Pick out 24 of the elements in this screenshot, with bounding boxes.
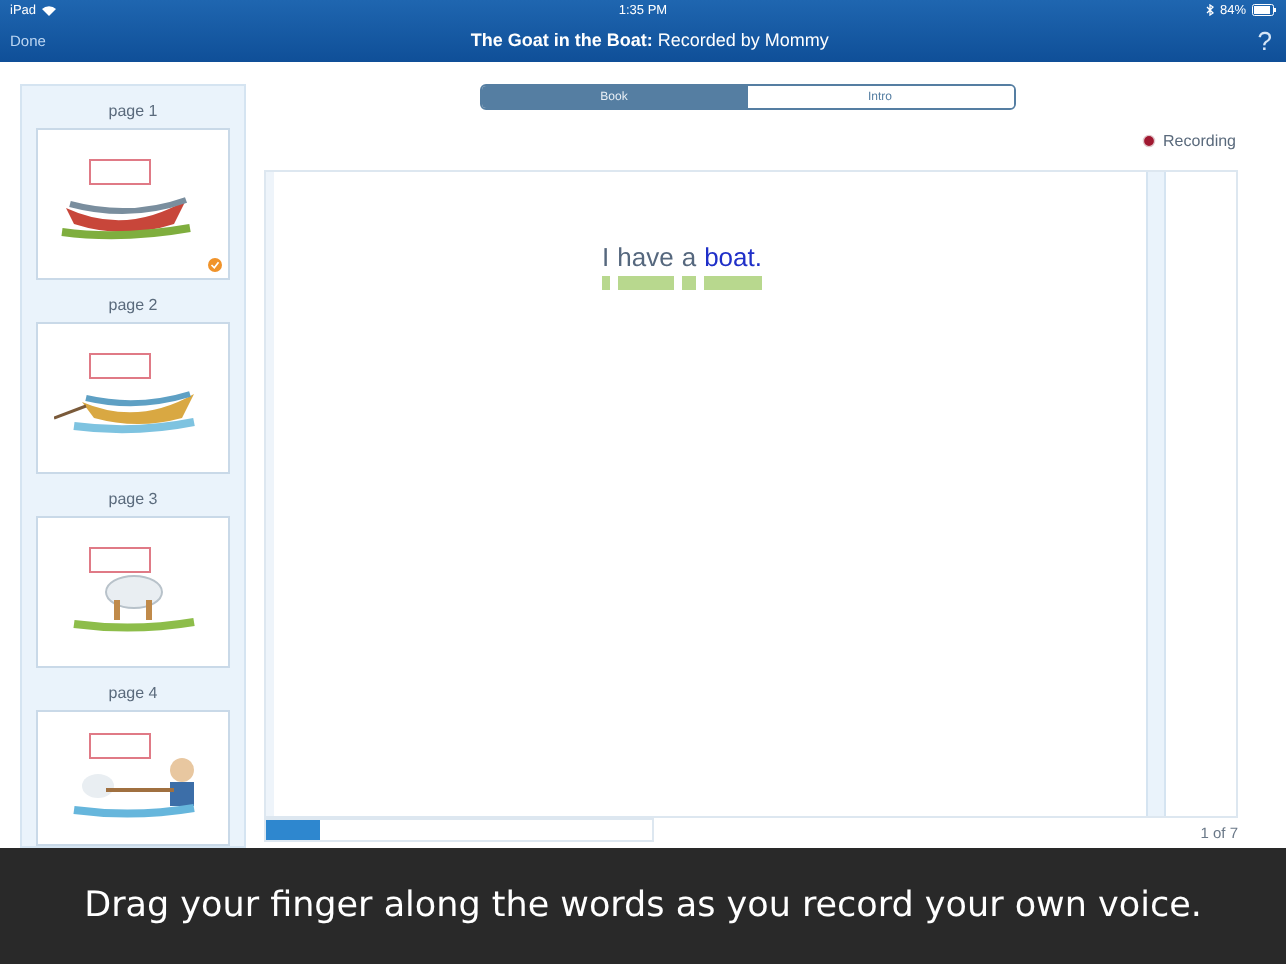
recording-status: Recording <box>1163 131 1236 149</box>
caption-text: Drag your finger along the words as you record your own voice. <box>84 886 1202 926</box>
sentence-word[interactable]: a <box>681 242 697 272</box>
word-timing-bar <box>617 276 674 290</box>
window-title: The Goat in the Boat: Recorded by Mommy <box>468 30 831 50</box>
word-timing-bar <box>602 276 610 290</box>
help-button[interactable]: ? <box>1253 25 1276 55</box>
sentence-word[interactable]: have <box>617 242 674 272</box>
page-thumbnail[interactable] <box>36 516 230 668</box>
word-timing-bar <box>681 276 697 290</box>
bluetooth-icon <box>1205 4 1214 16</box>
page-label[interactable]: page 3 <box>108 474 158 516</box>
word-timing-bar <box>704 276 762 290</box>
sentence-word[interactable]: boat. <box>704 242 762 272</box>
page-thumbnail[interactable] <box>36 322 230 474</box>
page-label[interactable]: page 4 <box>108 668 158 710</box>
wifi-icon <box>42 5 57 15</box>
page-thumbnail[interactable] <box>36 710 230 846</box>
page-thumbnail[interactable] <box>36 128 230 280</box>
sentence-word[interactable]: I <box>602 242 610 272</box>
page-label[interactable]: page 2 <box>108 280 158 322</box>
battery-icon <box>1252 4 1276 16</box>
record-dot-icon <box>1141 133 1156 147</box>
page-label[interactable]: page 1 <box>108 86 158 128</box>
